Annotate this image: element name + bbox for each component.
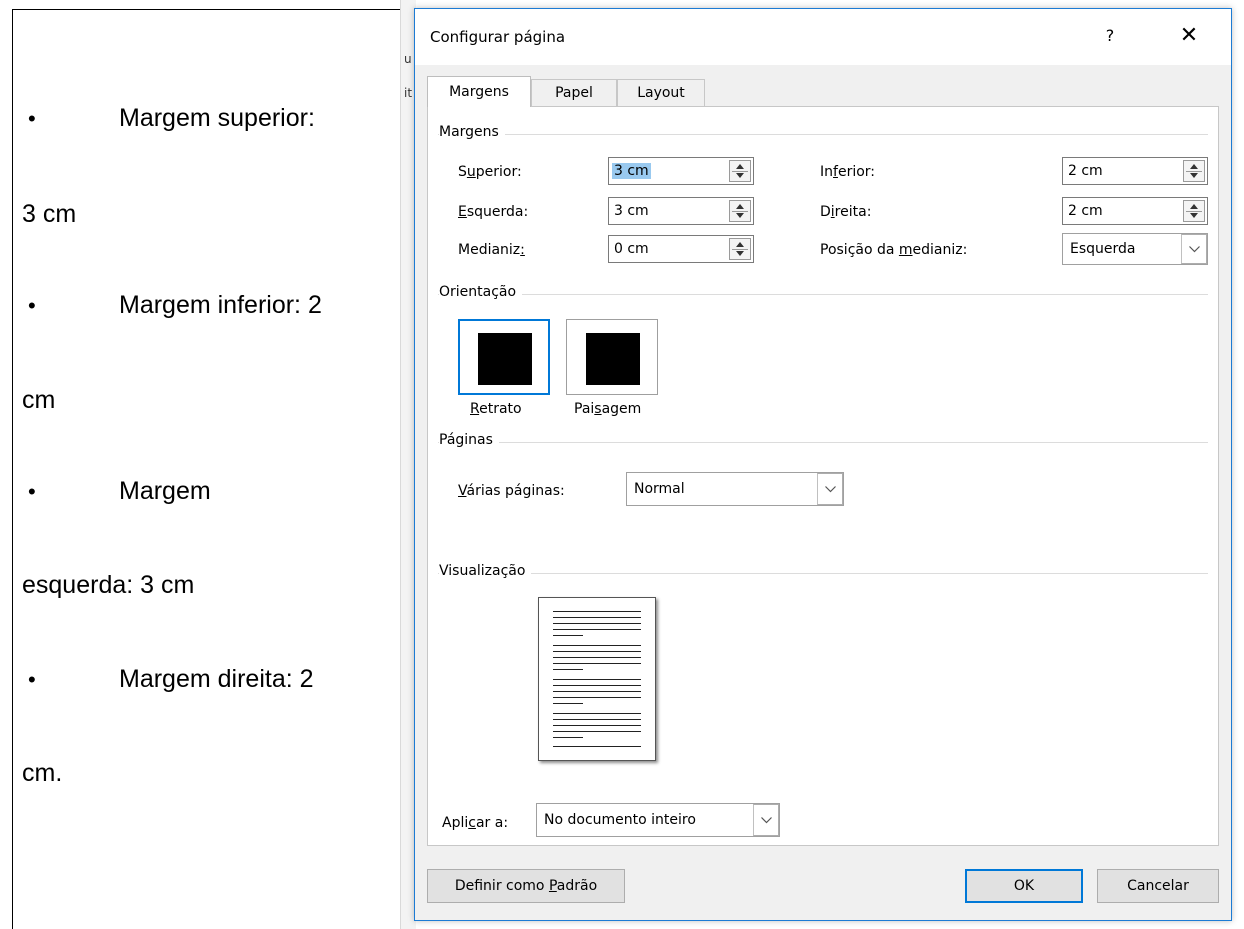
left-margin-label: Esquerda: bbox=[458, 204, 529, 220]
right-margin-label: Direita: bbox=[820, 204, 872, 220]
left-margin-value[interactable]: 3 cm bbox=[614, 203, 649, 219]
cancel-button[interactable]: Cancelar bbox=[1097, 869, 1219, 903]
ribbon-fragment: it bbox=[404, 86, 413, 100]
spinner-arrows-icon[interactable] bbox=[729, 200, 751, 222]
multiple-pages-select[interactable]: Normal bbox=[626, 472, 844, 506]
document-page-edge-left bbox=[12, 9, 13, 929]
doc-line: • Margem inferior: 2 bbox=[22, 291, 322, 320]
portrait-option[interactable] bbox=[458, 319, 550, 395]
pages-section-label: Páginas bbox=[439, 432, 499, 448]
doc-line: cm. bbox=[22, 759, 62, 788]
close-icon[interactable]: ✕ bbox=[1172, 21, 1206, 51]
spinner-arrows-icon[interactable] bbox=[729, 238, 751, 260]
help-button[interactable]: ? bbox=[1095, 23, 1125, 49]
orientation-section-label: Orientação bbox=[439, 284, 523, 300]
bullet-glyph: • bbox=[28, 479, 36, 504]
right-margin-spinner[interactable]: 2 cm bbox=[1062, 197, 1208, 225]
apply-to-label: Aplicar a: bbox=[442, 815, 509, 831]
spinner-arrows-icon[interactable] bbox=[729, 160, 751, 182]
gutter-position-select[interactable]: Esquerda bbox=[1062, 233, 1208, 265]
ribbon-fragment: u bbox=[404, 52, 412, 66]
apply-to-value: No documento inteiro bbox=[544, 812, 696, 828]
preview-section-label: Visualização bbox=[439, 563, 532, 579]
top-margin-label: Superior: bbox=[458, 164, 522, 180]
ok-button[interactable]: OK bbox=[965, 869, 1083, 903]
portrait-page-icon bbox=[478, 333, 532, 385]
spinner-arrows-icon[interactable] bbox=[1183, 200, 1205, 222]
bullet-glyph: • bbox=[28, 667, 36, 692]
doc-line-text: Margem inferior: 2 bbox=[119, 291, 322, 319]
chevron-down-icon[interactable] bbox=[817, 473, 843, 505]
section-divider bbox=[438, 134, 1208, 135]
page-setup-dialog: Configurar página ? ✕ Margens Papel Layo… bbox=[414, 8, 1232, 921]
section-divider bbox=[438, 573, 1208, 574]
doc-line: • Margem superior: bbox=[22, 104, 315, 133]
document-page-edge-top bbox=[12, 9, 412, 10]
right-margin-value[interactable]: 2 cm bbox=[1068, 203, 1103, 219]
doc-line-text: esquerda: 3 cm bbox=[22, 571, 195, 599]
bullet-glyph: • bbox=[28, 106, 36, 131]
dialog-title: Configurar página bbox=[430, 28, 566, 46]
doc-line: esquerda: 3 cm bbox=[22, 571, 194, 600]
section-divider bbox=[438, 294, 1208, 295]
landscape-label[interactable]: Paisagem bbox=[574, 401, 641, 417]
multiple-pages-label: Várias páginas: bbox=[458, 483, 565, 499]
doc-line-text: cm. bbox=[22, 759, 63, 787]
gutter-label: Medianiz: bbox=[458, 242, 525, 258]
dialog-titlebar[interactable]: Configurar página ? ✕ bbox=[415, 9, 1231, 65]
doc-line-text: Margem superior: bbox=[119, 104, 315, 132]
multiple-pages-value: Normal bbox=[634, 481, 685, 497]
tab-layout[interactable]: Layout bbox=[617, 79, 705, 106]
doc-line-text: 3 cm bbox=[22, 200, 77, 228]
apply-to-select[interactable]: No documento inteiro bbox=[536, 803, 780, 837]
gutter-spinner[interactable]: 0 cm bbox=[608, 235, 754, 263]
spinner-arrows-icon[interactable] bbox=[1183, 160, 1205, 182]
tab-papel[interactable]: Papel bbox=[531, 79, 617, 106]
landscape-page-icon bbox=[586, 333, 640, 385]
doc-line-text: cm bbox=[22, 386, 56, 414]
doc-line: cm bbox=[22, 386, 55, 415]
doc-line: • Margem bbox=[22, 477, 211, 506]
chevron-down-icon[interactable] bbox=[753, 804, 779, 836]
chevron-down-icon[interactable] bbox=[1181, 234, 1207, 264]
top-margin-spinner[interactable]: 3 cm bbox=[608, 157, 754, 185]
portrait-label[interactable]: Retrato bbox=[470, 401, 522, 417]
left-margin-spinner[interactable]: 3 cm bbox=[608, 197, 754, 225]
doc-line: 3 cm bbox=[22, 200, 76, 229]
margins-section-label: Margens bbox=[439, 124, 505, 140]
tab-margens[interactable]: Margens bbox=[427, 76, 531, 107]
margins-tab-panel: Margens Superior: 3 cm Esquerda: 3 cm Me… bbox=[427, 106, 1219, 846]
section-divider bbox=[438, 442, 1208, 443]
bullet-glyph: • bbox=[28, 293, 36, 318]
gutter-value[interactable]: 0 cm bbox=[614, 241, 649, 257]
gutter-position-value: Esquerda bbox=[1070, 241, 1136, 257]
top-margin-value[interactable]: 3 cm bbox=[612, 163, 651, 179]
bottom-margin-label: Inferior: bbox=[820, 164, 876, 180]
doc-line-text: Margem direita: 2 bbox=[119, 665, 314, 693]
bottom-margin-spinner[interactable]: 2 cm bbox=[1062, 157, 1208, 185]
page-preview-thumbnail bbox=[538, 597, 656, 761]
set-as-default-button[interactable]: Definir como Padrão bbox=[427, 869, 625, 903]
doc-line-text: Margem bbox=[119, 477, 211, 505]
bottom-margin-value[interactable]: 2 cm bbox=[1068, 163, 1103, 179]
landscape-option[interactable] bbox=[566, 319, 658, 395]
doc-line: • Margem direita: 2 bbox=[22, 665, 314, 694]
gutter-position-label: Posição da medianiz: bbox=[820, 242, 968, 258]
